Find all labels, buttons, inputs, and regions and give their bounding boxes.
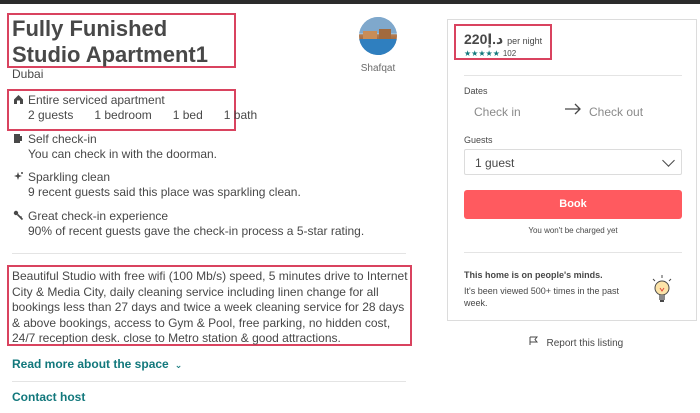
door-icon (12, 133, 24, 147)
home-icon (12, 94, 24, 108)
date-picker: Check in Check out (464, 98, 682, 128)
rating[interactable]: ★★★★★ 102 (464, 49, 516, 58)
listing-title: Fully Funished Studio Apartment1 (12, 16, 208, 67)
feature-desc: 90% of recent guests gave the check-in p… (28, 224, 365, 238)
report-listing-label[interactable]: Report this listing (547, 338, 624, 349)
feature-title: Great check-in experience (28, 209, 169, 223)
guests-label: Guests (464, 135, 493, 145)
chevron-down-icon[interactable] (662, 154, 675, 167)
popularity-desc: It's been viewed 500+ times in the past … (464, 286, 620, 308)
feature-specs: 2 guests 1 bedroom 1 bed 1 bath (28, 108, 257, 122)
sparkle-icon (12, 171, 24, 185)
feature-entire-apartment: Entire serviced apartment 2 guests 1 bedr… (12, 93, 257, 123)
feature-self-checkin: Self check-in You can check in with the … (12, 132, 372, 162)
report-listing-link[interactable]: Report this listing (529, 336, 623, 349)
read-more-link[interactable]: Read more about the space ⌄ (12, 357, 182, 371)
feature-desc: You can check in with the doorman. (28, 147, 218, 161)
listing-city: Dubai (12, 67, 44, 81)
feature-desc: 9 recent guests said this place was spar… (28, 185, 301, 199)
price-value: 220د.إ (464, 31, 504, 47)
bed-count: 1 bed (172, 108, 203, 122)
arrow-right-icon (564, 100, 582, 121)
popularity-title: This home is on people's minds. (464, 270, 603, 280)
star-rating-icon: ★★★★★ (464, 49, 500, 58)
booking-panel: 220د.إ per night ★★★★★ 102 Dates Check in… (447, 19, 697, 321)
host-card[interactable]: Shafqat (357, 17, 399, 74)
guests-count: 2 guests (28, 108, 74, 122)
host-photo-icon (359, 17, 397, 55)
key-icon (12, 210, 24, 224)
review-count[interactable]: 102 (503, 49, 516, 58)
lightbulb-icon (651, 275, 673, 305)
feature-checkin-experience: Great check-in experience 90% of recent … (12, 209, 392, 239)
listing-description: Beautiful Studio with free wifi (100 Mb/… (12, 269, 408, 346)
feature-title: Sparkling clean (28, 170, 111, 184)
dates-label: Dates (464, 86, 488, 96)
host-avatar[interactable] (359, 17, 397, 55)
feature-title: Self check-in (28, 132, 97, 146)
per-night-label: per night (507, 36, 543, 46)
panel-divider (464, 252, 682, 253)
read-more-label[interactable]: Read more about the space (12, 357, 169, 371)
price-per-night: 220د.إ per night (464, 31, 542, 48)
panel-divider (464, 75, 682, 76)
book-button[interactable]: Book (464, 190, 682, 219)
guests-select[interactable]: 1 guest (464, 149, 682, 175)
bedroom-count: 1 bedroom (94, 108, 152, 122)
feature-title: Entire serviced apartment (28, 93, 165, 107)
check-out-input[interactable]: Check out (589, 105, 643, 119)
not-charged-note: You won't be charged yet (528, 226, 618, 235)
chevron-down-icon: ⌄ (174, 360, 183, 370)
top-image-strip (0, 0, 700, 4)
bath-count: 1 bath (223, 108, 258, 122)
flag-icon (529, 336, 541, 348)
guests-select-value[interactable]: 1 guest (475, 156, 514, 170)
check-in-input[interactable]: Check in (474, 105, 521, 119)
section-divider (12, 381, 406, 382)
section-divider (12, 253, 406, 254)
feature-sparkling-clean: Sparkling clean 9 recent guests said thi… (12, 170, 372, 200)
contact-host-link[interactable]: Contact host (12, 390, 85, 404)
host-name[interactable]: Shafqat (357, 63, 399, 74)
